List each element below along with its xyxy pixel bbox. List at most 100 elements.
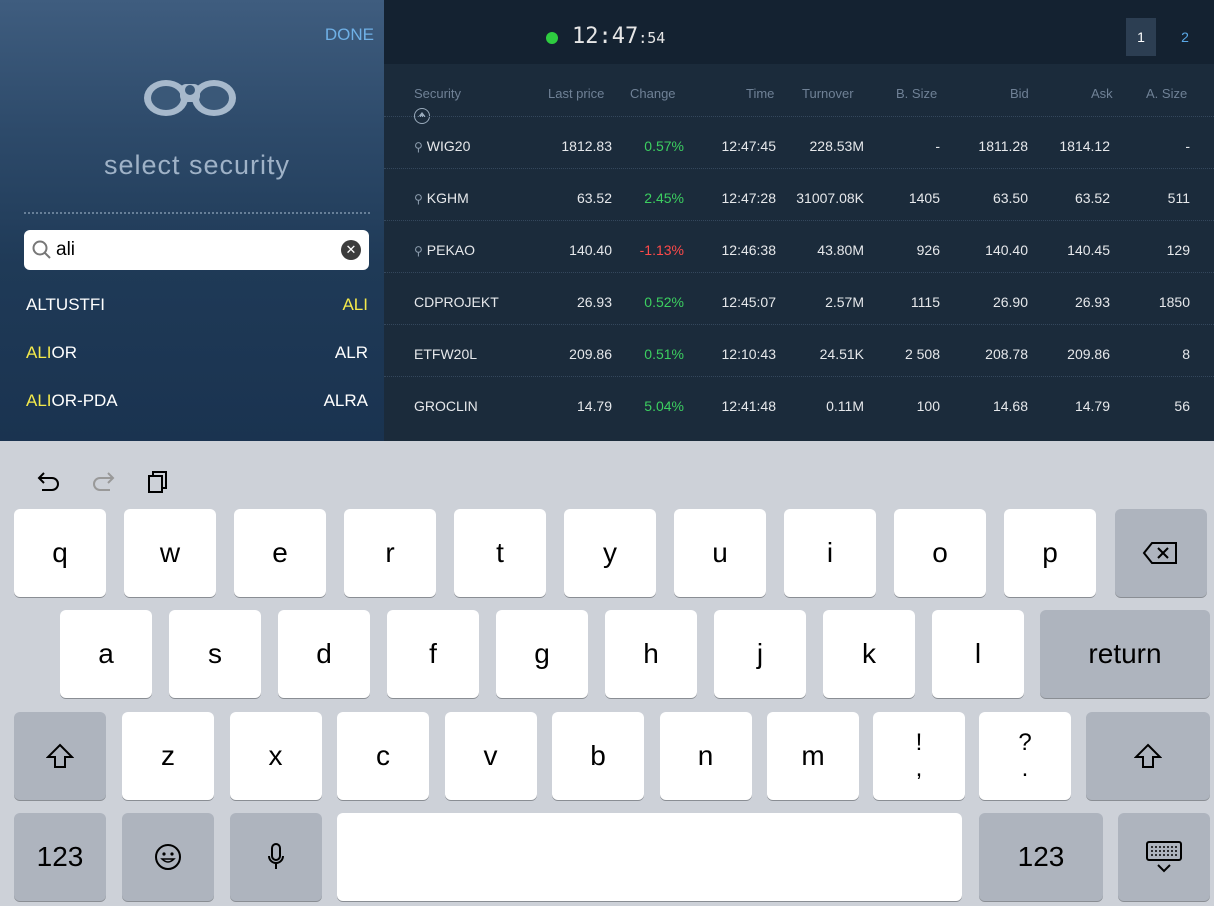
security-cell: ⚲ PEKAO: [414, 242, 475, 258]
page-tab-1[interactable]: 1: [1126, 18, 1156, 56]
column-header-b-size[interactable]: B. Size: [896, 86, 937, 101]
result-name-match: ALI: [26, 343, 52, 362]
paste-icon[interactable]: [146, 469, 170, 495]
return-key[interactable]: return: [1040, 610, 1210, 698]
turnover-cell: 24.51K: [819, 346, 864, 362]
search-input[interactable]: [56, 239, 336, 261]
quote-row[interactable]: GROCLIN 14.79 5.04% 12:41:48 0.11M 100 14.68 14…: [384, 376, 1214, 428]
page-tab-2[interactable]: 2: [1170, 18, 1200, 56]
clock-hours-minutes: 12:47: [572, 24, 639, 49]
key-y[interactable]: y: [564, 509, 656, 597]
key-h[interactable]: h: [605, 610, 697, 698]
column-header-turnover[interactable]: Turnover: [802, 86, 854, 101]
done-button[interactable]: DONE: [325, 25, 374, 45]
key-question-period[interactable]: ?.: [979, 712, 1071, 800]
security-selector-panel: DONE select security ✕ ALTUSTFIALIALIORA…: [0, 0, 384, 441]
turnover-cell: 31007.08K: [796, 190, 864, 206]
search-box[interactable]: ✕: [24, 230, 369, 270]
table-header: Security Last price Change Time Turnover…: [384, 64, 1214, 116]
key-l[interactable]: l: [932, 610, 1024, 698]
hide-keyboard-icon: [1146, 841, 1182, 873]
change-cell: -1.13%: [639, 242, 684, 258]
undo-icon[interactable]: [36, 469, 62, 493]
key-q[interactable]: q: [14, 509, 106, 597]
ask-cell: 63.52: [1074, 190, 1110, 206]
dictation-key[interactable]: [230, 813, 322, 901]
search-result-item[interactable]: ALTUSTFI ALI: [0, 281, 384, 329]
key-u[interactable]: u: [674, 509, 766, 597]
clear-search-icon[interactable]: ✕: [341, 240, 361, 260]
ask-cell: 140.45: [1067, 242, 1110, 258]
key-d[interactable]: d: [278, 610, 370, 698]
b-size-cell: 1115: [910, 294, 940, 310]
time-cell: 12:10:43: [721, 346, 777, 362]
search-result-item[interactable]: ALIOR ALR: [0, 329, 384, 377]
quote-row[interactable]: ⚲ WIG20 1812.83 0.57% 12:47:45 228.53M - 1811.2…: [384, 116, 1214, 168]
a-size-cell: 56: [1174, 398, 1190, 414]
pin-icon: ⚲: [414, 244, 423, 258]
bid-cell: 1811.28: [978, 138, 1028, 154]
b-size-cell: 2 508: [904, 346, 940, 362]
quote-row[interactable]: ⚲ PEKAO 140.40 -1.13% 12:46:38 43.80M 926 140.4…: [384, 220, 1214, 272]
key-m[interactable]: m: [767, 712, 859, 800]
column-header-bid[interactable]: Bid: [1010, 86, 1029, 101]
last-price-cell: 140.40: [569, 242, 612, 258]
column-header-time[interactable]: Time: [746, 86, 774, 101]
key-s[interactable]: s: [169, 610, 261, 698]
pin-icon: ⚲: [414, 140, 423, 154]
result-name: ALIOR-PDA: [26, 391, 118, 411]
security-cell: ETFW20L: [414, 346, 477, 362]
change-cell: 0.52%: [644, 294, 684, 310]
numbers-key-left[interactable]: 123: [14, 813, 106, 901]
key-r[interactable]: r: [344, 509, 436, 597]
space-key[interactable]: [337, 813, 962, 901]
numbers-key-right[interactable]: 123: [979, 813, 1103, 901]
redo-icon[interactable]: [90, 469, 116, 493]
b-size-cell: 100: [916, 398, 940, 414]
quote-row[interactable]: ETFW20L 209.86 0.51% 12:10:43 24.51K 2 508 208…: [384, 324, 1214, 376]
last-price-cell: 26.93: [576, 294, 612, 310]
shift-icon: [1134, 743, 1162, 768]
column-header-ask[interactable]: Ask: [1091, 86, 1113, 101]
time-cell: 12:46:38: [721, 242, 777, 258]
ask-cell: 14.79: [1074, 398, 1110, 414]
key-t[interactable]: t: [454, 509, 546, 597]
delete-key[interactable]: [1115, 509, 1207, 597]
key-o[interactable]: o: [894, 509, 986, 597]
key-k[interactable]: k: [823, 610, 915, 698]
column-header-a-size[interactable]: A. Size: [1146, 86, 1187, 101]
key-b[interactable]: b: [552, 712, 644, 800]
shift-icon: [46, 743, 74, 768]
shift-right-key[interactable]: [1086, 712, 1210, 800]
key-v[interactable]: v: [444, 712, 537, 800]
column-header-change[interactable]: Change: [630, 86, 676, 101]
result-name: ALTUSTFI: [26, 295, 105, 315]
key-z[interactable]: z: [122, 712, 214, 800]
key-primary-char: ?: [1018, 729, 1032, 756]
key-j[interactable]: j: [714, 610, 806, 698]
change-cell: 0.51%: [644, 346, 684, 362]
column-header-last-price[interactable]: Last price: [548, 86, 604, 101]
hide-keyboard-key[interactable]: [1118, 813, 1210, 901]
security-name: ETFW20L: [414, 346, 478, 362]
key-i[interactable]: i: [784, 509, 876, 597]
key-e[interactable]: e: [234, 509, 326, 597]
key-exclamation-comma[interactable]: !,: [873, 712, 965, 800]
emoji-key[interactable]: [122, 813, 214, 901]
key-x[interactable]: x: [229, 712, 322, 800]
security-cell: CDPROJEKT: [414, 294, 499, 310]
key-c[interactable]: c: [337, 712, 429, 800]
column-header-security[interactable]: Security: [414, 86, 461, 101]
search-result-item[interactable]: ALIOR-PDA ALRA: [0, 377, 384, 425]
shift-left-key[interactable]: [14, 712, 106, 800]
key-p[interactable]: p: [1004, 509, 1096, 597]
key-a[interactable]: a: [60, 610, 152, 698]
quote-row[interactable]: CDPROJEKT 26.93 0.52% 12:45:07 2.57M 1115 26.9…: [384, 272, 1214, 324]
key-n[interactable]: n: [659, 712, 752, 800]
key-f[interactable]: f: [387, 610, 479, 698]
search-result-item[interactable]: ANALIZYAQL: [0, 425, 384, 441]
quote-row[interactable]: ⚲ KGHM 63.52 2.45% 12:47:28 31007.08K 1405 63.5…: [384, 168, 1214, 220]
key-g[interactable]: g: [496, 610, 588, 698]
security-cell: ⚲ KGHM: [414, 190, 469, 206]
key-w[interactable]: w: [124, 509, 216, 597]
